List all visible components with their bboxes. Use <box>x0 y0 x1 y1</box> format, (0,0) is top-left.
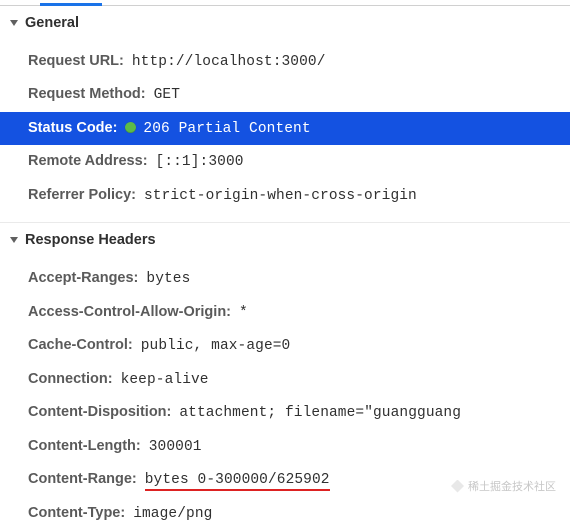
row-label: Content-Disposition: <box>28 401 171 423</box>
row-label: Request Method: <box>28 83 146 105</box>
row-value: keep-alive <box>121 369 209 391</box>
row-label: Content-Type: <box>28 502 125 524</box>
row-value: GET <box>154 84 180 106</box>
cache-control-row: Cache-Control: public, max-age=0 <box>0 329 570 362</box>
referrer-policy-row: Referrer Policy: strict-origin-when-cros… <box>0 179 570 212</box>
content-type-row: Content-Type: image/png <box>0 497 570 527</box>
section-title: Response Headers <box>25 232 156 248</box>
row-label: Access-Control-Allow-Origin: <box>28 301 231 323</box>
content-length-row: Content-Length: 300001 <box>0 430 570 463</box>
row-value: * <box>239 302 248 324</box>
row-value: 300001 <box>149 436 202 458</box>
status-code-row[interactable]: Status Code: 206 Partial Content <box>0 112 570 145</box>
row-label: Content-Range: <box>28 468 137 490</box>
row-label: Cache-Control: <box>28 334 133 356</box>
general-section-header[interactable]: General <box>0 6 570 39</box>
acao-row: Access-Control-Allow-Origin: * <box>0 296 570 329</box>
section-title: General <box>25 15 79 31</box>
row-label: Connection: <box>28 368 113 390</box>
row-value: image/png <box>133 503 212 525</box>
row-value: [::1]:3000 <box>156 151 244 173</box>
response-headers-section: Response Headers Accept-Ranges: bytes Ac… <box>0 222 570 527</box>
connection-row: Connection: keep-alive <box>0 363 570 396</box>
chevron-down-icon <box>10 237 18 243</box>
row-label: Content-Length: <box>28 435 141 457</box>
row-label: Request URL: <box>28 50 124 72</box>
chevron-down-icon <box>10 20 18 26</box>
row-label: Remote Address: <box>28 150 148 172</box>
accept-ranges-row: Accept-Ranges: bytes <box>0 262 570 295</box>
row-value: attachment; filename="guangguang <box>179 402 461 424</box>
row-value: strict-origin-when-cross-origin <box>144 185 417 207</box>
row-label: Referrer Policy: <box>28 184 136 206</box>
request-url-row: Request URL: http://localhost:3000/ <box>0 45 570 78</box>
general-rows: Request URL: http://localhost:3000/ Requ… <box>0 39 570 222</box>
response-headers-rows: Accept-Ranges: bytes Access-Control-Allo… <box>0 256 570 527</box>
remote-address-row: Remote Address: [::1]:3000 <box>0 145 570 178</box>
row-value: bytes 0-300000/625902 <box>145 469 330 491</box>
request-method-row: Request Method: GET <box>0 78 570 111</box>
highlighted-value: bytes 0-300000/625902 <box>145 472 330 491</box>
row-value: http://localhost:3000/ <box>132 51 326 73</box>
response-headers-section-header[interactable]: Response Headers <box>0 222 570 256</box>
row-value: public, max-age=0 <box>141 335 291 357</box>
row-label: Accept-Ranges: <box>28 267 138 289</box>
content-disposition-row: Content-Disposition: attachment; filenam… <box>0 396 570 429</box>
general-section: General Request URL: http://localhost:30… <box>0 6 570 222</box>
row-value: bytes <box>146 268 190 290</box>
row-value: 206 Partial Content <box>125 118 310 140</box>
tab-indicator <box>0 0 570 6</box>
row-label: Status Code: <box>28 117 117 139</box>
status-dot-icon <box>125 122 136 133</box>
content-range-row: Content-Range: bytes 0-300000/625902 <box>0 463 570 496</box>
